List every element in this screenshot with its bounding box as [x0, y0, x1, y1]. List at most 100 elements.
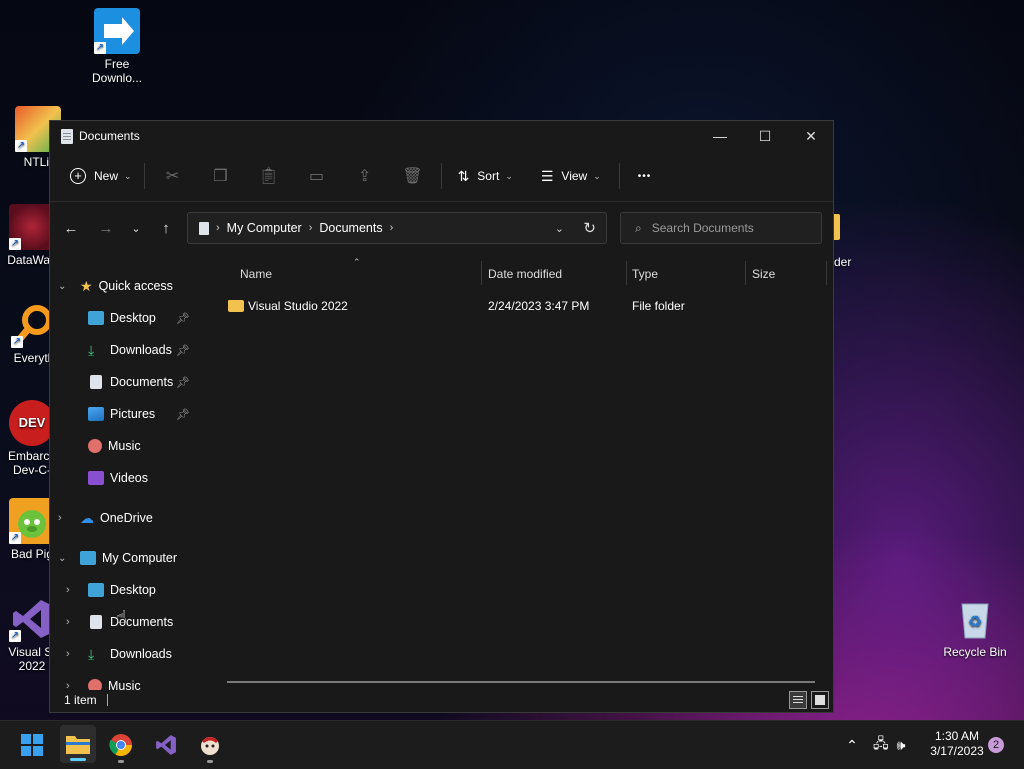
- details-view-icon: [793, 696, 803, 697]
- clipboard-icon: 📋︎: [258, 168, 279, 185]
- sort-label: Sort: [477, 169, 500, 183]
- documents-icon: [61, 128, 73, 144]
- rename-icon: ▭: [309, 168, 325, 185]
- scissors-icon: ✂: [165, 168, 180, 185]
- column-divider[interactable]: [481, 261, 482, 285]
- notification-badge[interactable]: 2: [988, 737, 1004, 753]
- address-dropdown-button[interactable]: ⌄: [555, 222, 564, 235]
- cut-button[interactable]: ✂: [149, 160, 197, 192]
- file-row[interactable]: Visual Studio 2022 2/24/2023 3:47 PM Fil…: [228, 295, 818, 317]
- folder-icon: [66, 736, 90, 754]
- desktop-icon: [88, 311, 104, 325]
- command-bar: + New ⌄ ✂ ❐ 📋︎ ▭ ⇪ 🗑︎ ⇅ Sort ⌄ ☰ View ⌄ …: [50, 151, 833, 202]
- trash-icon: 🗑︎: [402, 168, 423, 185]
- new-label: New: [94, 169, 119, 183]
- chevron-down-icon: ⌄: [124, 170, 132, 181]
- large-icons-view-button[interactable]: [811, 691, 829, 709]
- see-more-button[interactable]: •••: [630, 160, 660, 192]
- nav-item-desktop[interactable]: Desktop 📌︎: [88, 306, 198, 330]
- close-button[interactable]: ✕: [788, 121, 834, 151]
- breadcrumb-separator-icon: ›: [308, 222, 313, 234]
- toolbar-divider: [618, 163, 620, 189]
- clock-time: 1:30 AM: [934, 729, 980, 743]
- network-icon[interactable]: 🖧︎: [873, 733, 889, 757]
- star-icon: ★: [80, 277, 93, 294]
- column-divider[interactable]: [826, 261, 827, 285]
- recycle-bin-icon: ♻: [952, 596, 998, 642]
- title-bar[interactable]: Documents — ☐ ✕: [50, 121, 833, 151]
- taskbar-chrome[interactable]: [105, 729, 137, 763]
- search-icon: ⌕: [635, 220, 642, 235]
- taskbar-file-explorer[interactable]: [60, 725, 96, 763]
- share-icon: ⇪: [357, 168, 372, 185]
- nav-label: Videos: [110, 471, 148, 485]
- system-tray: ⌃ 🖧︎ 🕪︎: [843, 721, 905, 769]
- clock[interactable]: 1:30 AM 3/17/2023: [922, 729, 992, 759]
- desktop-icon-recycle-bin[interactable]: ♻ Recycle Bin: [937, 596, 1013, 659]
- nav-item-music[interactable]: Music: [88, 434, 141, 458]
- copy-button[interactable]: ❐: [197, 160, 245, 192]
- column-header-type[interactable]: Type: [632, 267, 658, 281]
- column-divider[interactable]: [626, 261, 627, 285]
- paste-button[interactable]: 📋︎: [245, 160, 293, 192]
- nav-item-videos[interactable]: Videos: [88, 466, 148, 490]
- nav-item-downloads[interactable]: ⤓ Downloads 📌︎: [88, 338, 198, 362]
- arrow-right-icon: →: [98, 219, 114, 237]
- up-button[interactable]: ↑: [150, 212, 182, 244]
- column-divider[interactable]: [745, 261, 746, 285]
- desktop-icon-label: Recycle Bin: [943, 645, 1007, 659]
- back-button[interactable]: ←: [55, 212, 87, 244]
- svg-text:♻: ♻: [968, 614, 982, 631]
- large-icons-view-icon: [815, 695, 825, 705]
- plus-circle-icon: +: [70, 168, 86, 184]
- more-icon: •••: [637, 170, 652, 182]
- nav-label: Downloads: [110, 647, 172, 661]
- toolbar-divider: [143, 163, 145, 189]
- chevron-right-icon: ›: [66, 648, 70, 660]
- desktop-icon-free-download[interactable]: ↗ Free Downlo...: [79, 8, 155, 85]
- sort-button[interactable]: ⇅ Sort ⌄: [450, 160, 521, 192]
- taskbar-visual-studio[interactable]: [150, 729, 182, 761]
- column-header-name[interactable]: Name: [240, 267, 272, 281]
- delete-button[interactable]: 🗑︎: [389, 160, 437, 192]
- nav-quick-access[interactable]: ⌄ ★ Quick access: [58, 274, 173, 298]
- nav-item-documents[interactable]: Documents 📌︎: [88, 370, 198, 394]
- chevron-right-icon: ›: [66, 616, 70, 628]
- nav-my-computer[interactable]: ⌄ My Computer: [58, 546, 177, 570]
- column-header-date-modified[interactable]: Date modified: [488, 267, 562, 281]
- new-button[interactable]: + New ⌄: [62, 160, 140, 192]
- active-indicator: [70, 758, 86, 761]
- minimize-button[interactable]: —: [697, 121, 743, 151]
- file-date: 2/24/2023 3:47 PM: [488, 299, 590, 313]
- breadcrumb-separator-icon: ›: [389, 222, 394, 234]
- refresh-button[interactable]: ↻: [583, 219, 596, 237]
- recent-locations-button[interactable]: ⌄: [120, 212, 152, 244]
- show-hidden-icons-button[interactable]: ⌃: [843, 737, 861, 754]
- documents-icon: [90, 615, 102, 629]
- nav-computer-desktop[interactable]: › Desktop: [66, 578, 156, 602]
- chevron-down-icon: ⌄: [593, 170, 601, 181]
- share-button[interactable]: ⇪: [341, 160, 389, 192]
- horizontal-scrollbar[interactable]: [227, 681, 815, 683]
- details-view-button[interactable]: [789, 691, 807, 709]
- volume-icon[interactable]: 🕪︎: [897, 737, 906, 754]
- breadcrumb-documents[interactable]: Documents: [319, 221, 382, 235]
- chevron-right-icon: ›: [58, 512, 62, 524]
- address-bar[interactable]: › My Computer › Documents › ⌄ ↻: [187, 212, 607, 244]
- rename-button[interactable]: ▭: [293, 160, 341, 192]
- start-button[interactable]: [16, 729, 48, 761]
- nav-computer-downloads[interactable]: › ⤓ Downloads: [66, 642, 172, 666]
- search-box[interactable]: ⌕ Search Documents: [620, 212, 822, 244]
- item-count: 1 item: [64, 693, 97, 707]
- view-button[interactable]: ☰ View ⌄: [533, 160, 609, 192]
- taskbar-app[interactable]: [194, 729, 226, 763]
- maximize-button[interactable]: ☐: [742, 121, 788, 151]
- column-header-size[interactable]: Size: [752, 267, 775, 281]
- nav-item-pictures[interactable]: Pictures 📌︎: [88, 402, 198, 426]
- forward-button[interactable]: →: [90, 212, 122, 244]
- pictures-icon: [88, 407, 104, 421]
- navigation-pane: ⌄ ★ Quick access Desktop 📌︎ ⤓ Downloads …: [50, 255, 208, 690]
- nav-onedrive[interactable]: › ☁ OneDrive: [58, 506, 153, 530]
- breadcrumb-my-computer[interactable]: My Computer: [227, 221, 302, 235]
- breadcrumb-separator-icon: ›: [216, 222, 220, 234]
